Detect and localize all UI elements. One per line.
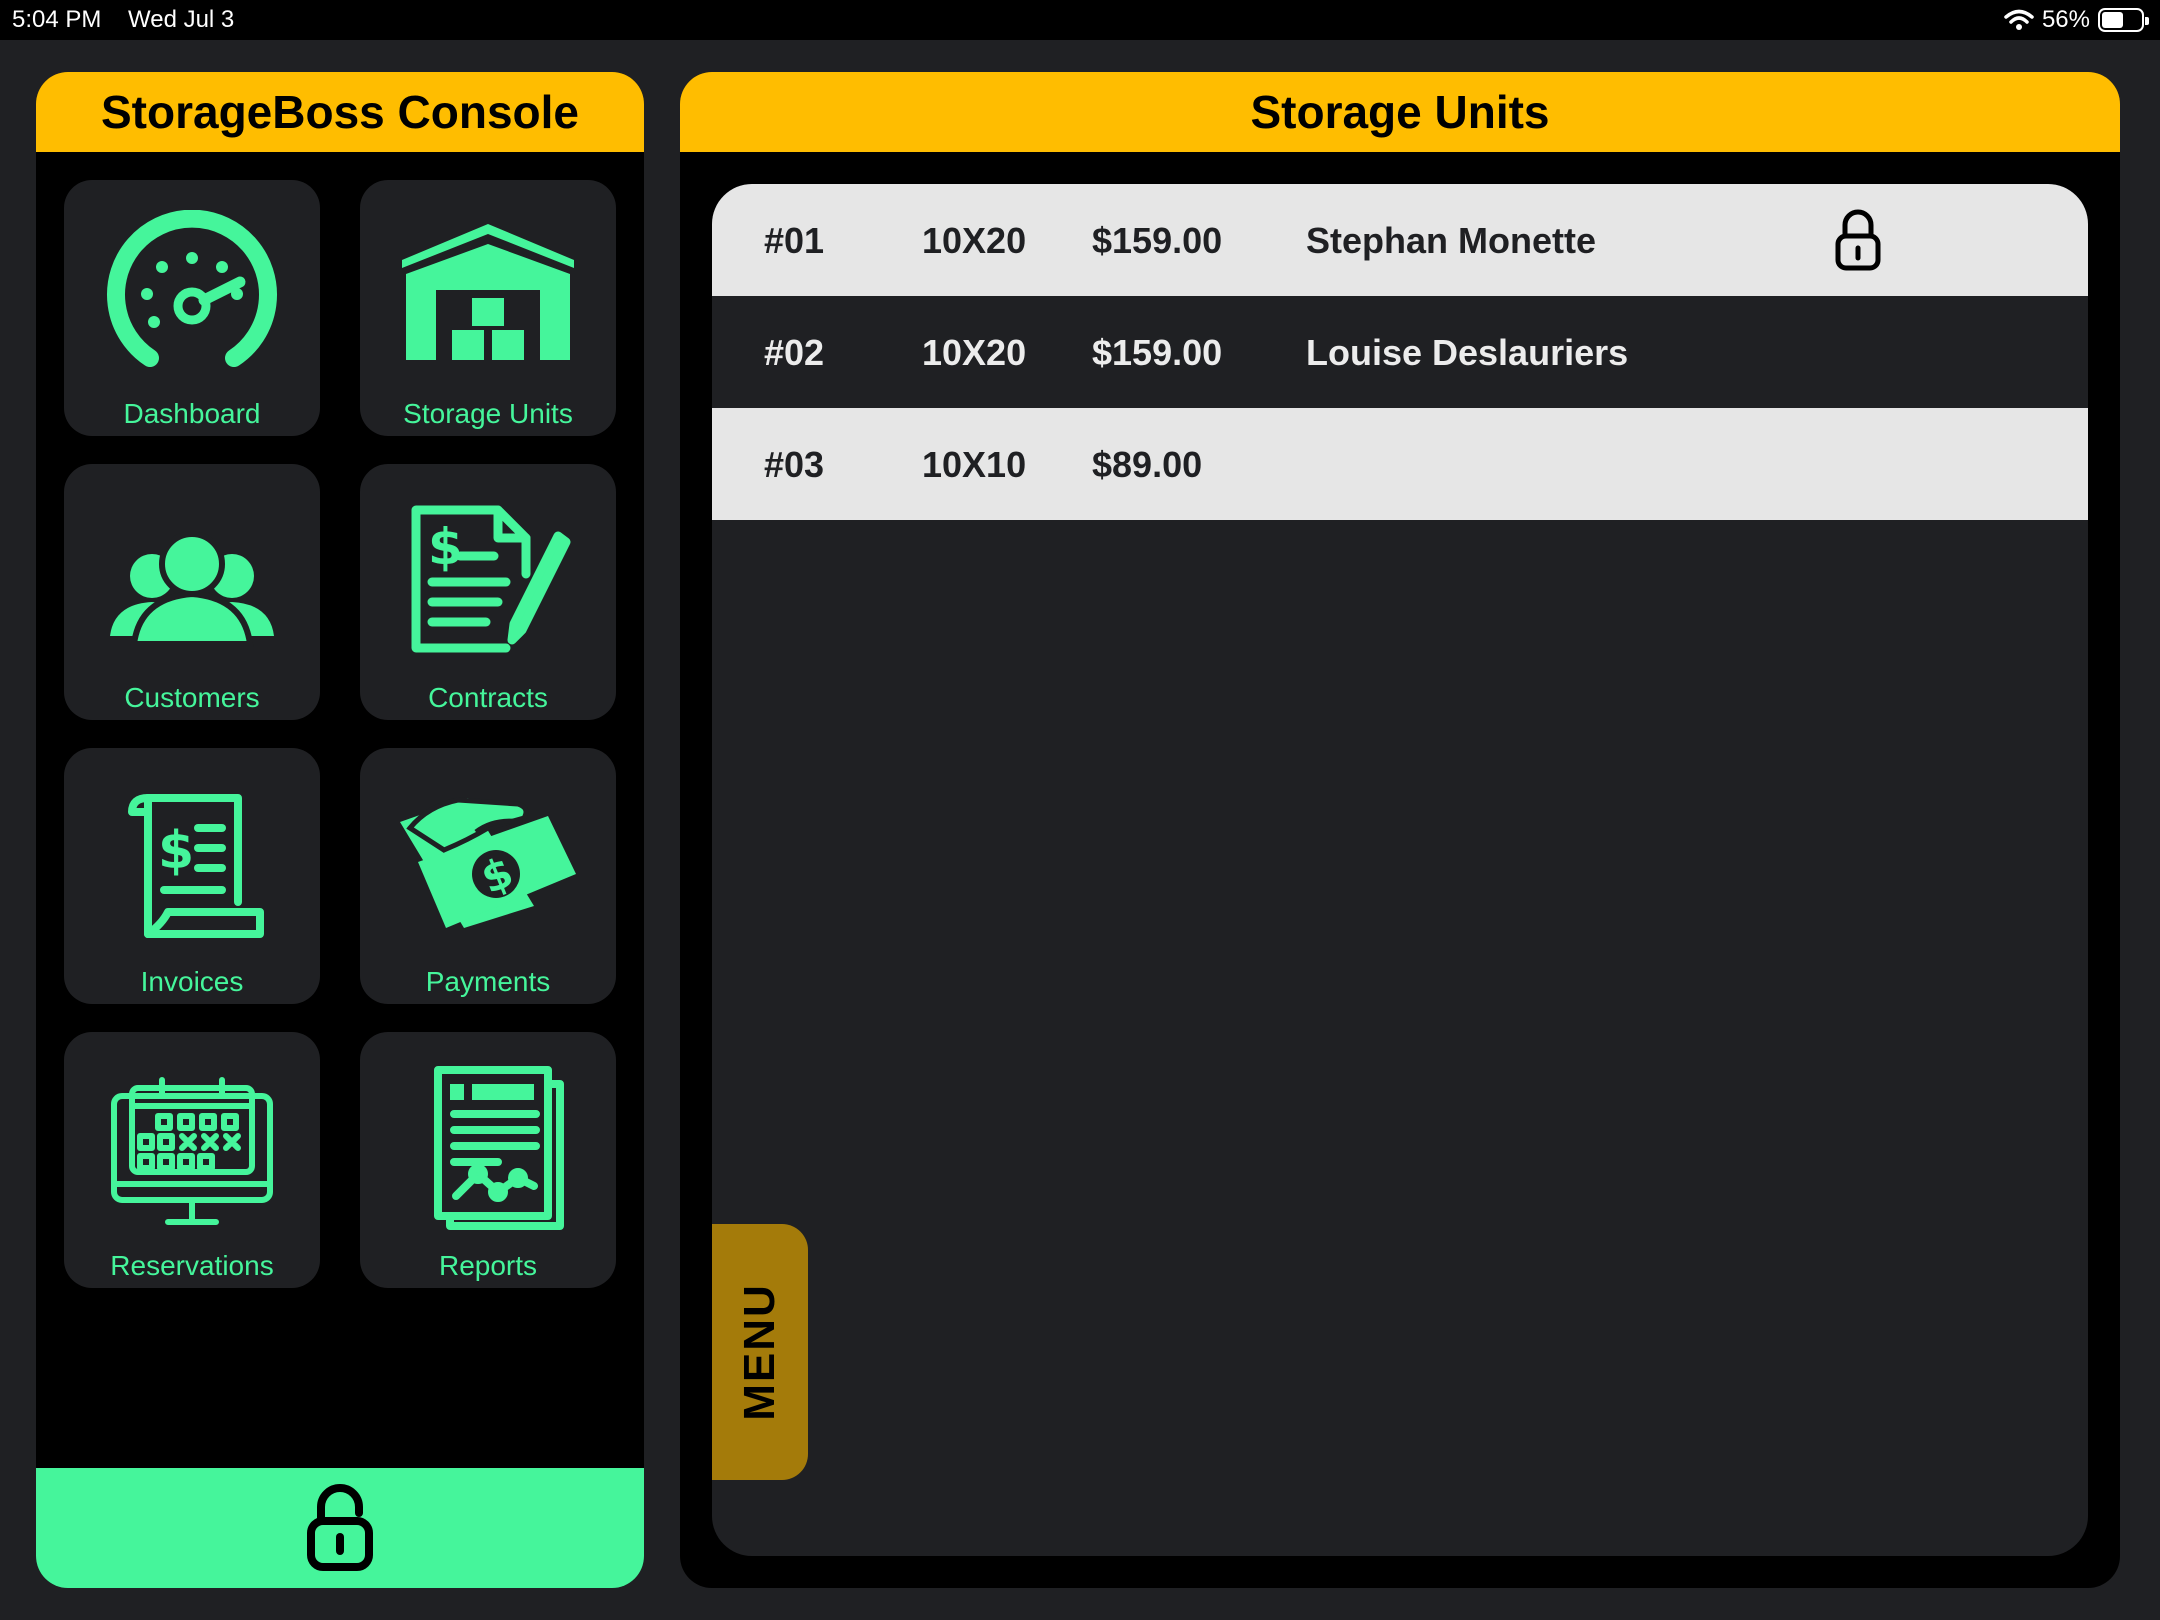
tile-payments[interactable]: $ Payments [360, 748, 616, 1004]
unit-customer: Stephan Monette [1306, 220, 1597, 261]
tile-label: Storage Units [403, 398, 573, 429]
tile-reports[interactable]: Reports [360, 1032, 616, 1288]
tile-label: Invoices [140, 966, 244, 997]
unlock-icon [307, 1484, 373, 1571]
unit-size: 10X10 [922, 444, 1027, 485]
invoice-receipt-icon: $ [102, 778, 282, 948]
page-title: Storage Units [680, 72, 2120, 152]
units-list: #01 10X20 $159.00 Stephan Monette #02 10… [712, 184, 2088, 1556]
unit-number: #02 [764, 332, 825, 373]
unit-number: #03 [764, 444, 825, 485]
svg-text:$: $ [428, 518, 463, 576]
tile-label: Reports [438, 1250, 538, 1281]
console-panel: StorageBoss Console Dashboard Storage Un… [36, 72, 644, 1588]
unit-row[interactable]: #03 10X10 $89.00 [712, 408, 2088, 520]
unit-size: 10X20 [922, 332, 1027, 373]
unit-row[interactable]: #01 10X20 $159.00 Stephan Monette [712, 184, 2088, 296]
lock-button[interactable] [36, 1468, 644, 1588]
tile-contracts[interactable]: $ Contracts [360, 464, 616, 720]
menu-label: MENU [735, 1283, 784, 1421]
tile-reservations[interactable]: Reservations [64, 1032, 320, 1288]
battery-percent: 56% [2041, 6, 2090, 33]
tile-customers[interactable]: Customers [64, 464, 320, 720]
unit-size: 10X20 [922, 220, 1027, 261]
unit-price: $89.00 [1092, 444, 1203, 485]
status-time: 5:04 PM [12, 6, 102, 33]
status-date: Wed Jul 3 [128, 6, 235, 33]
warehouse-icon [398, 210, 578, 380]
hand-money-icon: $ [398, 778, 578, 948]
svg-text:$: $ [158, 821, 194, 881]
tile-dashboard[interactable]: Dashboard [64, 180, 320, 436]
unit-number: #01 [764, 220, 825, 261]
tile-label: Reservations [110, 1250, 274, 1281]
wifi-icon [2004, 9, 2034, 30]
tile-storage-units[interactable]: Storage Units [360, 180, 616, 436]
speedometer-icon [102, 209, 282, 380]
calendar-monitor-icon [102, 1062, 282, 1232]
users-group-icon [102, 494, 282, 664]
status-indicators: 56% [2004, 4, 2149, 36]
unit-price: $159.00 [1092, 332, 1223, 373]
battery-icon [2098, 8, 2149, 32]
tile-label: Dashboard [123, 398, 261, 429]
unit-row[interactable]: #02 10X20 $159.00 Louise Deslauriers [712, 296, 2088, 408]
contract-pen-icon: $ [398, 494, 578, 664]
storage-units-panel: Storage Units #01 10X20 $159.00 Stephan … [680, 72, 2120, 1588]
tile-label: Customers [124, 682, 260, 713]
report-documents-icon [398, 1062, 578, 1232]
unit-customer: Louise Deslauriers [1306, 332, 1629, 373]
status-bar: 5:04 PM Wed Jul 3 56% [0, 0, 2160, 40]
console-tile-grid: Dashboard Storage Units Customers $ Cont… [64, 180, 616, 1288]
tile-label: Contracts [428, 682, 548, 713]
tile-label: Payments [425, 966, 551, 997]
tile-invoices[interactable]: $ Invoices [64, 748, 320, 1004]
battery-fill [2102, 12, 2124, 28]
lock-icon [1834, 208, 1882, 281]
menu-tab[interactable]: MENU [712, 1224, 808, 1480]
console-title: StorageBoss Console [36, 72, 644, 152]
unit-price: $159.00 [1092, 220, 1223, 261]
